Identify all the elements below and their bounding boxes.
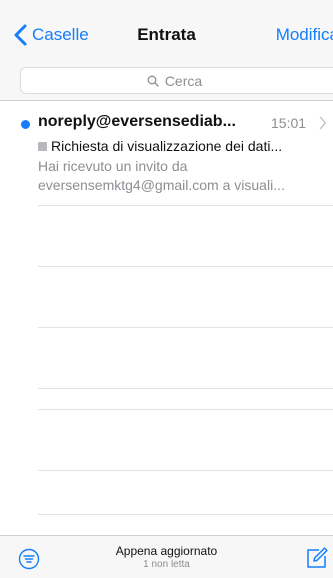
back-button[interactable]: Caselle [14,20,89,50]
update-status: Appena aggiornato 1 non letta [0,544,333,571]
edit-button[interactable]: Modifica [276,20,333,50]
row-separator [38,266,333,267]
message-time: 15:01 [271,115,307,131]
search-icon [147,75,159,87]
row-separator [38,388,333,389]
row-separator [38,409,333,410]
chevron-right-icon [319,116,327,130]
unread-indicator [21,120,30,129]
message-preview: Hai ricevuto un invito da eversensemktg4… [38,157,333,195]
row-separator [38,327,333,328]
back-button-label: Caselle [32,25,89,44]
search-placeholder: Cerca [164,72,203,89]
filter-icon[interactable] [18,548,40,570]
bottom-toolbar: Appena aggiornato 1 non letta [0,535,333,578]
chevron-left-icon [14,24,28,46]
message-subject-row: Richiesta di visualizzazione dei dati... [38,137,333,155]
row-separator [38,514,333,515]
message-preview-line: Hai ricevuto un invito da [38,158,188,174]
mail-inbox-screen: Caselle Entrata Modifica Cerca noreply@e… [0,0,333,578]
attachment-icon [38,141,47,151]
search-area: Cerca [0,64,333,100]
unread-count: 1 non letta [143,559,190,570]
divider [0,100,333,101]
message-preview-line: eversensemktg4@gmail.com a visuali... [38,177,285,193]
list-item[interactable]: noreply@eversensediab... 15:01 Richiesta… [0,103,333,193]
compose-icon[interactable] [305,546,329,570]
search-input[interactable]: Cerca [20,67,333,94]
message-subject: Richiesta di visualizzazione dei dati... [51,138,283,154]
row-separator [38,470,333,471]
row-separator [38,205,333,206]
status-main: Appena aggiornato [115,544,218,558]
navigation-bar: Caselle Entrata Modifica [0,0,333,64]
message-sender: noreply@eversensediab... [38,113,236,130]
